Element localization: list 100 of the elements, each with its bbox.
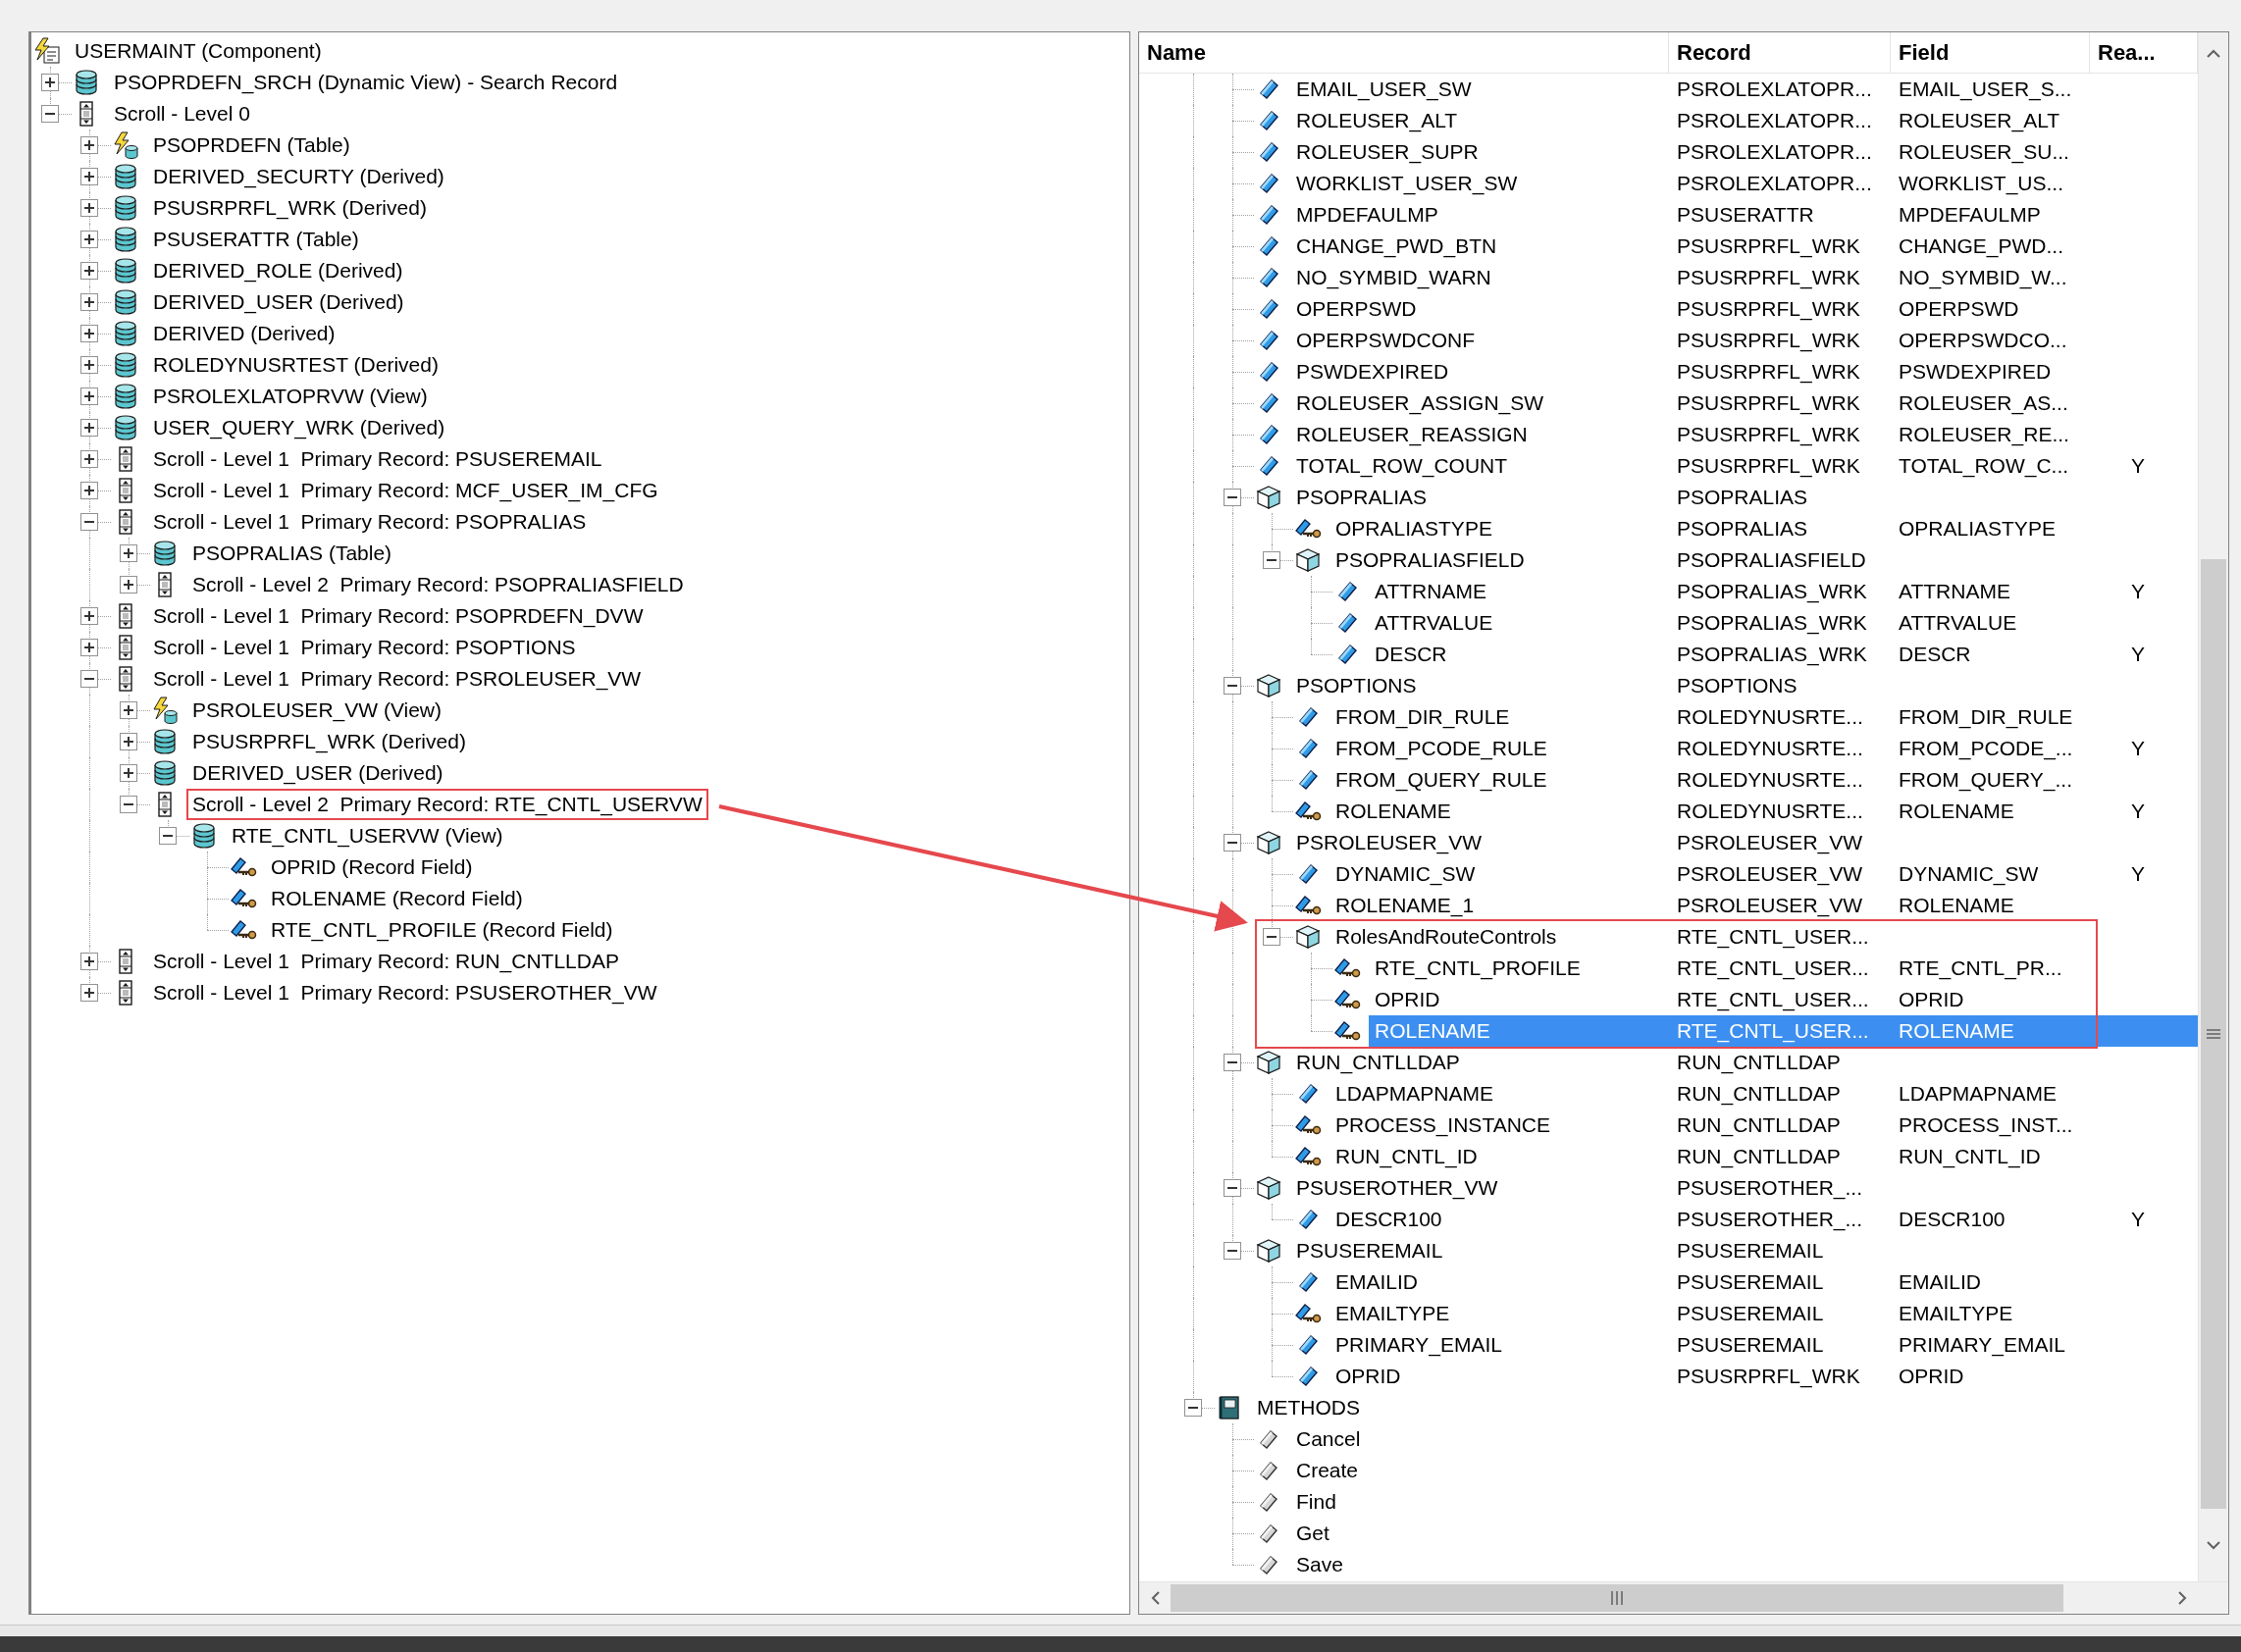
collapse-toggle[interactable]	[1224, 1054, 1241, 1071]
field-name[interactable]: OPRALIASTYPE	[1329, 513, 1498, 544]
tree-item-label[interactable]: Scroll - Level 2 Primary Record: RTE_CNTL_USERVW	[186, 789, 708, 820]
expand-toggle[interactable]	[80, 419, 98, 437]
collapse-toggle[interactable]	[1263, 551, 1280, 569]
collapse-toggle[interactable]	[1263, 928, 1280, 946]
collapse-toggle[interactable]	[120, 796, 137, 813]
field-name[interactable]: OPERPSWDCONF	[1290, 325, 1481, 356]
collapse-toggle[interactable]	[159, 827, 177, 845]
tree-item-label[interactable]: PSOPRDEFN_SRCH (Dynamic View) - Search Record	[108, 67, 624, 98]
field-name[interactable]: EMAILID	[1329, 1266, 1425, 1298]
vertical-scrollbar[interactable]	[2198, 32, 2228, 1581]
expand-toggle[interactable]	[80, 136, 98, 154]
expand-toggle[interactable]	[120, 733, 137, 750]
field-name[interactable]: FROM_DIR_RULE	[1329, 701, 1516, 733]
field-name[interactable]: PSWDEXPIRED	[1290, 356, 1455, 387]
tree-item-label[interactable]: Scroll - Level 1 Primary Record: PSOPRALIAS	[147, 506, 593, 538]
field-name[interactable]: ROLENAME_1	[1329, 890, 1481, 921]
collapse-toggle[interactable]	[1224, 677, 1241, 695]
tree-item-label[interactable]: ROLEDYNUSRTEST (Derived)	[147, 349, 444, 381]
tree-item-label[interactable]: DERIVED_USER (Derived)	[186, 757, 449, 789]
expand-toggle[interactable]	[80, 356, 98, 374]
chevron-up-icon[interactable]	[2207, 48, 2220, 58]
horizontal-scrollbar[interactable]	[1139, 1581, 2228, 1614]
chevron-right-icon[interactable]	[2177, 1591, 2187, 1605]
expand-toggle[interactable]	[120, 576, 137, 594]
expand-toggle[interactable]	[80, 168, 98, 185]
tree-item-label[interactable]: Scroll - Level 1 Primary Record: RUN_CNTLLDAP	[147, 946, 625, 977]
field-name[interactable]: Find	[1290, 1486, 1342, 1518]
field-name[interactable]: TOTAL_ROW_COUNT	[1290, 450, 1514, 482]
field-name[interactable]: LDAPMAPNAME	[1329, 1078, 1500, 1110]
field-name[interactable]: Create	[1290, 1455, 1365, 1486]
field-name[interactable]: Save	[1290, 1549, 1349, 1580]
field-name[interactable]: OPRID	[1369, 984, 1446, 1015]
field-name[interactable]: ROLEUSER_ASSIGN_SW	[1290, 387, 1550, 419]
field-name[interactable]: METHODS	[1251, 1392, 1366, 1423]
field-name[interactable]: OPERPSWD	[1290, 293, 1423, 325]
field-name[interactable]: ROLEUSER_SUPR	[1290, 136, 1485, 168]
collapse-toggle[interactable]	[1184, 1399, 1202, 1417]
tree-item-label[interactable]: Scroll - Level 1 Primary Record: PSUSEREMAIL	[147, 443, 608, 475]
field-name[interactable]: ROLEUSER_REASSIGN	[1290, 419, 1534, 450]
expand-toggle[interactable]	[80, 262, 98, 280]
tree-item-label[interactable]: Scroll - Level 2 Primary Record: PSOPRALIASFIELD	[186, 569, 690, 600]
tree-item-label[interactable]: USERMAINT (Component)	[69, 35, 328, 67]
chevron-down-icon[interactable]	[2207, 1540, 2220, 1550]
tree-item-label[interactable]: Scroll - Level 0	[108, 98, 256, 129]
collapse-toggle[interactable]	[80, 513, 98, 531]
column-header[interactable]: Name	[1139, 32, 1669, 73]
expand-toggle[interactable]	[80, 482, 98, 499]
tree-item-label[interactable]: OPRID (Record Field)	[265, 852, 479, 883]
tree-item-label[interactable]: PSOPRDEFN (Table)	[147, 129, 356, 161]
expand-toggle[interactable]	[80, 953, 98, 970]
tree-item-label[interactable]: PSOPRALIAS (Table)	[186, 538, 398, 569]
field-name[interactable]: DESCR100	[1329, 1204, 1448, 1235]
tree-item-label[interactable]: PSROLEUSER_VW (View)	[186, 695, 447, 726]
collapse-toggle[interactable]	[1224, 1179, 1241, 1197]
field-name[interactable]: Get	[1290, 1518, 1335, 1549]
tree-item-label[interactable]: Scroll - Level 1 Primary Record: PSOPTIONS	[147, 632, 582, 663]
field-name[interactable]: RUN_CNTLLDAP	[1290, 1047, 1466, 1078]
collapse-toggle[interactable]	[1224, 1242, 1241, 1260]
chevron-left-icon[interactable]	[1150, 1591, 1160, 1605]
expand-toggle[interactable]	[80, 293, 98, 311]
tree-item-label[interactable]: PSROLEXLATOPRVW (View)	[147, 381, 434, 412]
column-header[interactable]: Field	[1891, 32, 2090, 73]
field-name[interactable]: PROCESS_INSTANCE	[1329, 1110, 1556, 1141]
tree-item-label[interactable]: Scroll - Level 1 Primary Record: PSUSEROTHER_VW	[147, 977, 663, 1008]
field-name[interactable]: ATTRNAME	[1369, 576, 1492, 607]
expand-toggle[interactable]	[80, 387, 98, 405]
expand-toggle[interactable]	[80, 607, 98, 625]
expand-toggle[interactable]	[80, 450, 98, 468]
field-name[interactable]: PSOPTIONS	[1290, 670, 1423, 701]
tree-item-label[interactable]: USER_QUERY_WRK (Derived)	[147, 412, 451, 443]
field-name[interactable]: WORKLIST_USER_SW	[1290, 168, 1524, 199]
field-name[interactable]: PSUSEROTHER_VW	[1290, 1172, 1504, 1204]
tree-item-label[interactable]: RTE_CNTL_PROFILE (Record Field)	[265, 914, 619, 946]
field-name[interactable]: RUN_CNTL_ID	[1329, 1141, 1484, 1172]
field-name[interactable]: ATTRVALUE	[1369, 607, 1499, 639]
field-name[interactable]: MPDEFAULMP	[1290, 199, 1444, 231]
expand-toggle[interactable]	[120, 764, 137, 782]
collapse-toggle[interactable]	[41, 105, 59, 123]
field-name[interactable]: FROM_PCODE_RULE	[1329, 733, 1553, 764]
tree-item-label[interactable]: DERIVED_USER (Derived)	[147, 286, 410, 318]
tree-item-label[interactable]: Scroll - Level 1 Primary Record: PSOPRDEFN_DVW	[147, 600, 650, 632]
field-name[interactable]: PSOPRALIASFIELD	[1329, 544, 1531, 576]
field-name[interactable]: ROLEUSER_ALT	[1290, 105, 1464, 136]
expand-toggle[interactable]	[80, 325, 98, 342]
field-name[interactable]: PSOPRALIAS	[1290, 482, 1433, 513]
scrollbar-thumb[interactable]	[2201, 559, 2226, 1509]
expand-toggle[interactable]	[120, 701, 137, 719]
field-name[interactable]: PSUSEREMAIL	[1290, 1235, 1449, 1266]
field-name[interactable]: PSROLEUSER_VW	[1290, 827, 1488, 858]
field-name[interactable]: NO_SYMBID_WARN	[1290, 262, 1497, 293]
field-name[interactable]: CHANGE_PWD_BTN	[1290, 231, 1503, 262]
tree-item-label[interactable]: PSUSRPRFL_WRK (Derived)	[186, 726, 472, 757]
expand-toggle[interactable]	[80, 984, 98, 1002]
field-name[interactable]: RolesAndRouteControls	[1329, 921, 1563, 953]
tree-item-label[interactable]: Scroll - Level 1 Primary Record: PSROLEUSER_VW	[147, 663, 648, 695]
expand-toggle[interactable]	[80, 639, 98, 656]
scrollbar-thumb[interactable]	[1171, 1584, 2063, 1612]
tree-item-label[interactable]: DERIVED_SECURTY (Derived)	[147, 161, 450, 192]
